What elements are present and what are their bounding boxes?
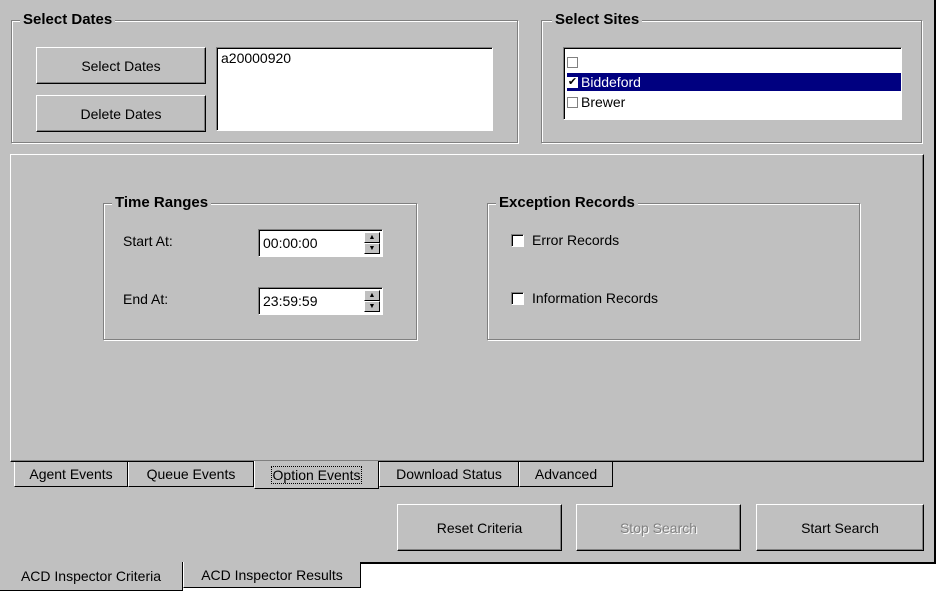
- site-checkbox-blank[interactable]: [567, 56, 578, 68]
- site-checkbox-biddeford[interactable]: ✔: [567, 76, 578, 88]
- information-records-label: Information Records: [532, 290, 659, 306]
- tab-advanced[interactable]: Advanced: [519, 462, 613, 487]
- end-time-down-icon[interactable]: ▼: [364, 301, 380, 312]
- reset-criteria-button[interactable]: Reset Criteria: [397, 504, 562, 551]
- tab-option-events[interactable]: Option Events: [254, 461, 379, 489]
- time-ranges-group: Time Ranges: [103, 194, 417, 340]
- start-time-up-icon[interactable]: ▲: [364, 232, 380, 243]
- site-item-brewer[interactable]: Brewer: [567, 93, 901, 111]
- tab-acd-inspector-results-label: ACD Inspector Results: [201, 566, 343, 583]
- stop-search-button[interactable]: Stop Search: [576, 504, 741, 551]
- tab-agent-events[interactable]: Agent Events: [14, 462, 128, 487]
- tab-queue-events-label: Queue Events: [146, 466, 236, 482]
- end-time-up-icon[interactable]: ▲: [364, 290, 380, 301]
- information-records-checkbox[interactable]: Information Records: [511, 290, 658, 306]
- site-label-brewer: Brewer: [581, 94, 626, 110]
- exception-records-title: Exception Records: [496, 194, 638, 212]
- tab-option-events-label: Option Events: [270, 465, 363, 484]
- start-time-spinner[interactable]: 00:00:00 ▲ ▼: [258, 229, 383, 257]
- start-at-label: Start At:: [123, 233, 173, 249]
- site-checkbox-brewer[interactable]: [567, 96, 578, 108]
- tab-acd-inspector-criteria-label: ACD Inspector Criteria: [20, 568, 162, 584]
- delete-dates-button[interactable]: Delete Dates: [36, 95, 206, 132]
- tab-queue-events[interactable]: Queue Events: [128, 462, 254, 487]
- exception-records-group: Exception Records: [487, 194, 860, 340]
- tab-advanced-label: Advanced: [534, 466, 598, 482]
- end-time-spinner[interactable]: 23:59:59 ▲ ▼: [258, 287, 383, 315]
- site-label-biddeford: Biddeford: [581, 74, 641, 90]
- error-records-checkbox[interactable]: Error Records: [511, 232, 619, 248]
- site-item-biddeford[interactable]: ✔ Biddeford: [567, 73, 901, 91]
- select-dates-title: Select Dates: [20, 11, 116, 29]
- sites-listbox[interactable]: ✔ Biddeford Brewer: [563, 47, 902, 120]
- end-time-value[interactable]: 23:59:59: [263, 293, 318, 309]
- tab-download-status-label: Download Status: [396, 466, 502, 482]
- select-dates-button[interactable]: Select Dates: [36, 47, 206, 84]
- tab-download-status[interactable]: Download Status: [379, 462, 519, 487]
- error-records-label: Error Records: [532, 232, 620, 248]
- site-item-blank[interactable]: [567, 53, 901, 71]
- error-records-box[interactable]: [511, 233, 524, 247]
- tab-agent-events-label: Agent Events: [29, 466, 113, 482]
- start-time-down-icon[interactable]: ▼: [364, 243, 380, 254]
- criteria-panel: Select Dates Select Dates Delete Dates a…: [0, 0, 936, 564]
- end-at-label: End At:: [123, 291, 169, 307]
- date-item[interactable]: a20000920: [221, 50, 291, 66]
- option-events-panel: Time Ranges Start At: 00:00:00 ▲ ▼ End A…: [10, 154, 924, 462]
- tab-acd-inspector-criteria[interactable]: ACD Inspector Criteria: [0, 562, 183, 591]
- start-time-value[interactable]: 00:00:00: [263, 235, 318, 251]
- information-records-box[interactable]: [511, 291, 524, 305]
- time-ranges-title: Time Ranges: [112, 194, 212, 212]
- start-search-button[interactable]: Start Search: [756, 504, 924, 551]
- tab-acd-inspector-results[interactable]: ACD Inspector Results: [183, 562, 361, 588]
- select-sites-title: Select Sites: [552, 11, 643, 29]
- dates-listbox[interactable]: a20000920: [216, 47, 493, 131]
